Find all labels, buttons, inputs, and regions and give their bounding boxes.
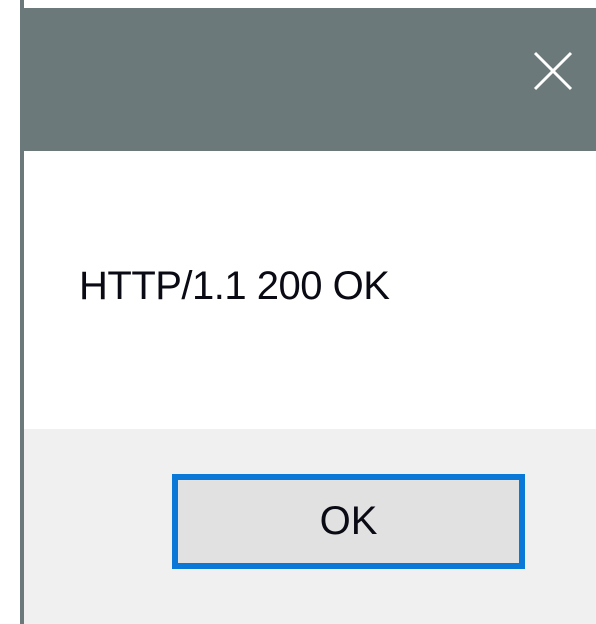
message-box-dialog: HTTP/1.1 200 OK OK bbox=[0, 0, 596, 624]
title-bar[interactable] bbox=[24, 8, 596, 151]
ok-button-label: OK bbox=[319, 499, 378, 543]
message-area: HTTP/1.1 200 OK bbox=[24, 151, 596, 429]
message-text: HTTP/1.1 200 OK bbox=[79, 264, 390, 308]
close-icon bbox=[531, 49, 575, 98]
button-bar: OK bbox=[24, 429, 596, 624]
ok-button[interactable]: OK bbox=[172, 474, 525, 569]
close-button[interactable] bbox=[520, 40, 586, 106]
